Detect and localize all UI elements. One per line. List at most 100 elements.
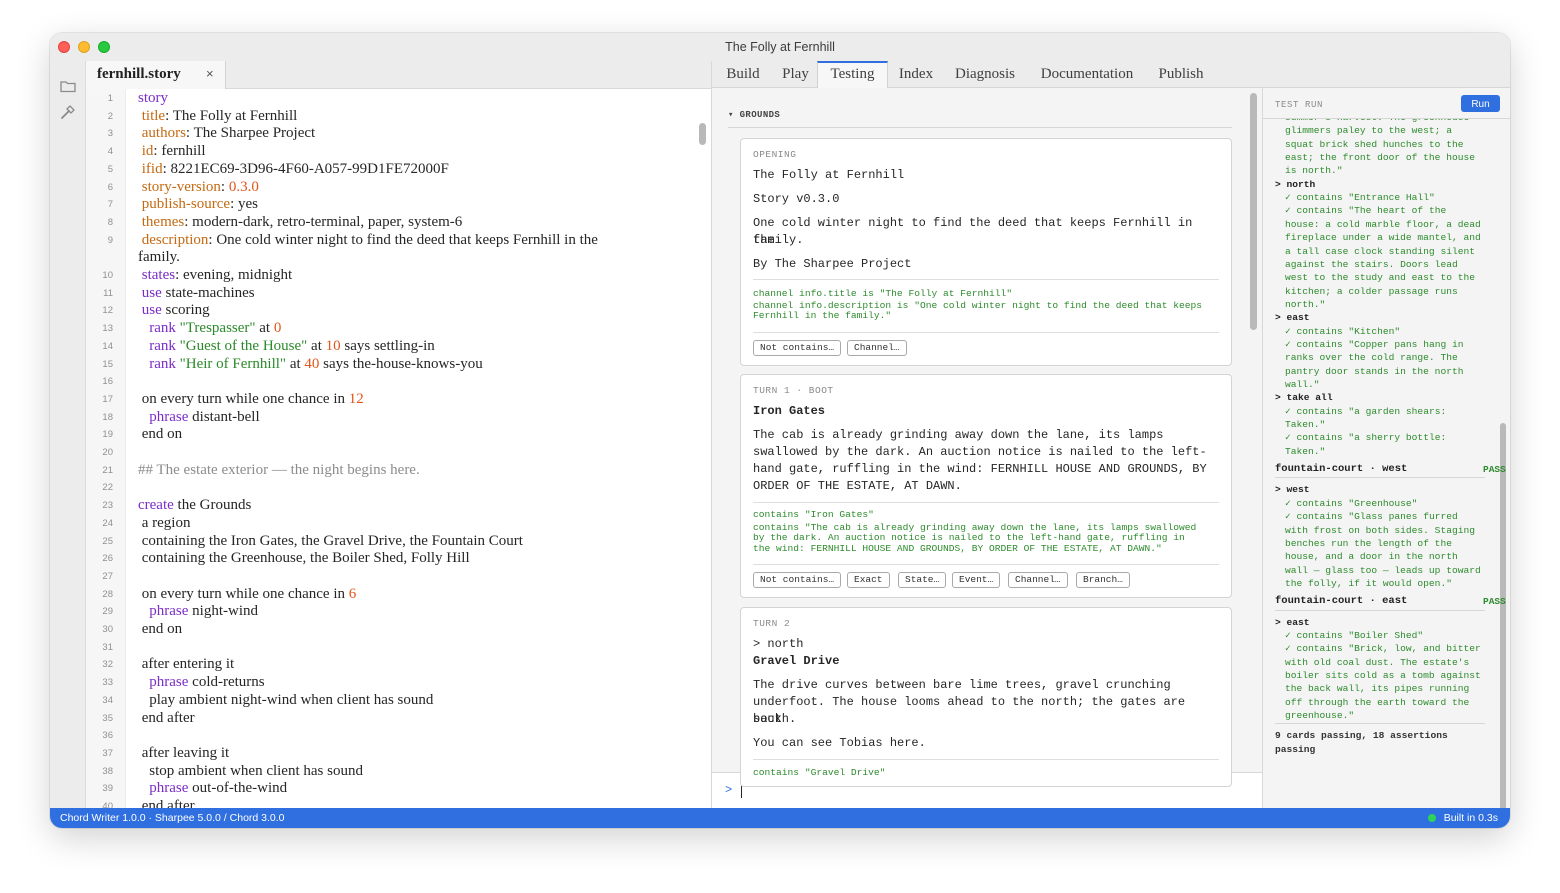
line-number: 10	[102, 270, 113, 281]
code-line: 17 on every turn while one chance in 12	[86, 390, 697, 408]
code-line: 28 on every turn while one chance in 6	[86, 585, 697, 603]
code-token: at	[255, 320, 274, 337]
code-token: 0	[273, 320, 282, 337]
code-token: containing the Greenhouse, the Boiler Sh…	[138, 550, 470, 567]
assertion-chip[interactable]: Exact	[847, 572, 890, 588]
code-line: 14 rank "Guest of the House" at 10 says …	[86, 337, 697, 355]
code-line-text: on every turn while one chance in 12	[138, 390, 697, 408]
assertion-result: with frost on both sides. Staging	[1285, 524, 1475, 536]
transcript-line: swallowed by the dark. An auction notice…	[753, 445, 1207, 459]
code-line-text: ## The estate exterior — the night begin…	[138, 461, 697, 479]
line-number: 4	[107, 146, 113, 158]
run-button[interactable]: Run	[1461, 95, 1500, 112]
code-line: 11 use state-machines	[86, 284, 697, 302]
tab-play[interactable]: Play	[774, 61, 817, 88]
assertion-result: boiler sits cold as a tomb against	[1285, 670, 1481, 681]
editor-scrollbar-thumb[interactable]	[699, 123, 706, 145]
code-token: ifid	[141, 160, 163, 177]
code-token: : yes	[230, 196, 258, 213]
code-line: 12 use scoring	[86, 301, 697, 319]
transcript-line: The Folly at Fernhill	[753, 168, 905, 182]
code-line-text: rank "Heir of Fernhill" at 40 says the-h…	[138, 355, 697, 373]
code-line: 23 create the Grounds	[86, 496, 697, 514]
code-line: 25 containing the Iron Gates, the Gravel…	[86, 532, 697, 550]
code-token: id	[141, 143, 154, 160]
test-run-command: > east	[1275, 616, 1310, 628]
tab-index[interactable]: Index	[888, 61, 944, 88]
code-line-text: a region	[138, 514, 697, 532]
assertion-result: ✓ contains "a garden shears:	[1285, 405, 1447, 417]
assertion-result: ✓ contains "The heart of the	[1285, 205, 1447, 217]
test-case-name[interactable]: fountain-court · west	[1275, 463, 1486, 476]
code-line-text: end on	[138, 620, 697, 638]
assertion-line: channel info.title is "The Folly at Fern…	[753, 288, 1013, 299]
test-run-divider	[1275, 723, 1485, 725]
code-line-text: family.	[138, 249, 180, 266]
code-token: themes	[141, 213, 185, 230]
assertion-chip[interactable]: Not contains…	[753, 340, 842, 356]
tab-diagnosis[interactable]: Diagnosis	[944, 61, 1026, 88]
code-token: rank	[149, 337, 176, 354]
hammer-icon[interactable]	[59, 103, 77, 121]
code-line: 30 end on	[86, 620, 697, 638]
code-line: 6 story-version: 0.3.0	[86, 178, 697, 196]
code-token: says the-house-knows-you	[319, 355, 483, 372]
code-line: 21 ## The estate exterior — the night beg…	[86, 461, 697, 479]
code-line-text: end on	[138, 425, 697, 443]
test-run-divider	[1275, 477, 1485, 479]
code-token: a region	[138, 514, 191, 531]
tab-testing[interactable]: Testing	[817, 61, 888, 88]
test-run-scrollbar-thumb[interactable]	[1500, 423, 1506, 808]
line-number: 24	[102, 517, 113, 529]
file-tab-fernhill[interactable]: fernhill.story ×	[86, 61, 226, 89]
assertion-result: ✓ contains "a sherry bottle:	[1285, 432, 1447, 444]
code-line: 18 phrase distant-bell	[86, 408, 697, 426]
section-header-grounds[interactable]: ▾ GROUNDS	[728, 110, 1232, 128]
line-number: 25	[102, 535, 113, 547]
code-line: 26 containing the Greenhouse, the Boiler…	[86, 549, 697, 567]
file-tab-bar: fernhill.story ×	[86, 61, 711, 89]
test-run-header: TEST RUN Run	[1263, 88, 1510, 119]
pass-badge: PASS	[1483, 596, 1506, 608]
code-token: ## The estate exterior — the night begin…	[138, 461, 420, 478]
code-line: 9 description: One cold winter night to …	[86, 231, 697, 249]
assertion-result: glimmers paley to the west; a	[1285, 125, 1452, 137]
activity-bar	[50, 61, 86, 808]
assertion-result: benches run the length of the	[1285, 537, 1452, 549]
code-line: 35 end after	[86, 709, 697, 727]
code-line: 38 stop ambient when client has sound	[86, 762, 697, 780]
tab-publish[interactable]: Publish	[1148, 61, 1214, 88]
tab-documentation[interactable]: Documentation	[1026, 61, 1148, 88]
folder-icon[interactable]	[59, 77, 77, 95]
assertion-result: ✓ contains "Greenhouse"	[1285, 497, 1418, 509]
code-line: 39 phrase out-of-the-wind	[86, 779, 697, 797]
assertion-chip[interactable]: Channel…	[1008, 572, 1068, 588]
line-number: 7	[107, 199, 113, 211]
assertion-chip[interactable]: Branch…	[1076, 572, 1130, 588]
tab-build[interactable]: Build	[712, 61, 774, 88]
assertion-chip[interactable]: Not contains…	[753, 572, 842, 588]
testing-scrollbar-thumb[interactable]	[1250, 93, 1257, 330]
assertion-result: off through the earth toward the	[1285, 696, 1470, 708]
code-editor[interactable]: 1 story 2 title: The Folly at Fernhill 3 au…	[86, 89, 711, 808]
code-line-text: containing the Iron Gates, the Gravel Dr…	[138, 532, 697, 550]
assertion-chip[interactable]: State…	[898, 572, 947, 588]
test-case-name[interactable]: fountain-court · east	[1275, 595, 1486, 608]
line-number: 30	[102, 624, 113, 635]
code-token: at	[307, 337, 326, 354]
line-number: 22	[102, 482, 113, 494]
line-number: 19	[102, 429, 113, 441]
code-token: containing the Iron Gates, the Gravel Dr…	[138, 532, 523, 549]
test-run-command: > west	[1275, 484, 1310, 496]
assertion-chip[interactable]: Channel…	[847, 340, 907, 356]
code-line-text: after leaving it	[138, 744, 697, 762]
build-status: Built in 0.3s	[1443, 812, 1498, 824]
code-token: : One cold winter night to find the deed…	[208, 231, 598, 248]
test-run-panel: TEST RUN Run summer's harvest. The green…	[1263, 88, 1510, 808]
pass-badge: PASS	[1483, 464, 1506, 476]
assertion-chip[interactable]: Event…	[952, 572, 1001, 588]
code-token: stop ambient when client has sound	[138, 762, 363, 779]
close-tab-icon[interactable]: ×	[206, 66, 214, 81]
